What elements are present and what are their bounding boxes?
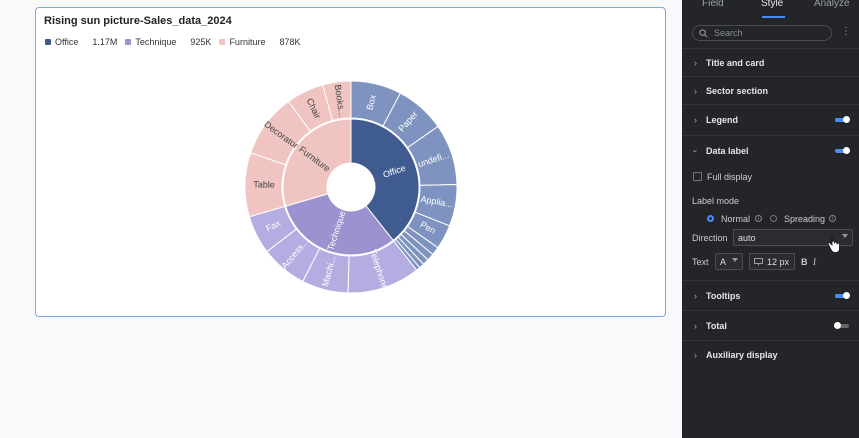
radio-normal[interactable]	[707, 215, 714, 222]
section-sector[interactable]: › Sector section	[682, 76, 859, 104]
section-data-label[interactable]: › Data label	[682, 135, 859, 165]
section-legend[interactable]: › Legend	[682, 104, 859, 135]
direction-value: auto	[738, 232, 756, 243]
section-auxiliary-display[interactable]: › Auxiliary display	[682, 340, 859, 369]
chevron-right-icon: ›	[694, 320, 697, 331]
section-label: Title and card	[706, 57, 765, 68]
italic-button[interactable]: I	[813, 257, 816, 267]
full-display-label: Full display	[707, 172, 753, 182]
section-label: Tooltips	[706, 290, 741, 301]
label-mode-label: Label mode	[692, 196, 740, 206]
tab-style[interactable]: Style	[761, 0, 783, 9]
more-options-icon[interactable]: ⋮	[841, 27, 851, 37]
chevron-right-icon: ›	[694, 350, 697, 360]
chevron-right-icon: ›	[694, 57, 697, 68]
toggle-knob	[843, 116, 850, 123]
hand-cursor-icon	[828, 236, 840, 253]
radio-spreading-label: Spreading	[784, 214, 826, 224]
full-display-checkbox[interactable]	[693, 172, 702, 181]
panel-tabs: Field Style Analyze	[682, 0, 859, 18]
font-family-select[interactable]: A	[715, 253, 743, 270]
chevron-right-icon: ›	[694, 290, 697, 301]
text-label: Text	[692, 257, 709, 267]
tooltips-toggle[interactable]	[835, 291, 850, 299]
dropdown-caret-icon	[732, 258, 738, 262]
section-total[interactable]: › Total	[682, 310, 859, 340]
search-input[interactable]	[712, 27, 826, 39]
monitor-icon	[754, 257, 763, 265]
section-label: Auxiliary display	[706, 350, 778, 360]
font-size-value: 12 px	[767, 256, 790, 267]
outer-label-table: Table	[253, 179, 275, 189]
legend-toggle[interactable]	[835, 116, 850, 123]
toggle-knob	[843, 291, 850, 299]
chart-card[interactable]: Rising sun picture-Sales_data_2024 Offic…	[35, 7, 666, 317]
canvas: Rising sun picture-Sales_data_2024 Offic…	[0, 0, 682, 438]
tab-analyze[interactable]: Analyze	[814, 0, 850, 9]
toggle-knob	[843, 146, 850, 154]
font-icon: A	[720, 256, 727, 267]
section-label: Sector section	[706, 85, 769, 96]
sunburst-chart: OfficeTechniqueFurnitureBoxPaperundefi..…	[244, 80, 458, 294]
section-label: Legend	[706, 115, 739, 125]
chevron-right-icon: ›	[694, 85, 697, 96]
info-icon: i	[755, 215, 762, 222]
radio-spreading[interactable]	[770, 215, 777, 222]
search-icon	[699, 28, 708, 37]
dropdown-caret-icon	[842, 234, 848, 238]
direction-label: Direction	[692, 233, 728, 243]
total-toggle[interactable]	[834, 321, 849, 329]
info-icon: i	[829, 215, 836, 222]
font-size-input[interactable]: 12 px	[749, 253, 795, 270]
radio-normal-label: Normal	[721, 214, 751, 224]
section-label: Total	[706, 320, 727, 331]
section-title-and-card[interactable]: › Title and card	[682, 48, 859, 76]
tab-field[interactable]: Field	[702, 0, 724, 9]
section-tooltips[interactable]: › Tooltips	[682, 280, 859, 310]
chevron-right-icon: ›	[694, 115, 697, 125]
data-label-toggle[interactable]	[835, 146, 850, 154]
style-panel: Field Style Analyze ⋮ › Title and card ›…	[682, 0, 859, 438]
search-box[interactable]	[692, 25, 832, 41]
section-label: Data label	[706, 145, 749, 156]
toggle-knob	[834, 321, 841, 329]
bold-button[interactable]: B	[801, 257, 808, 267]
chevron-down-icon: ›	[690, 149, 701, 152]
tab-active-indicator	[762, 16, 785, 18]
